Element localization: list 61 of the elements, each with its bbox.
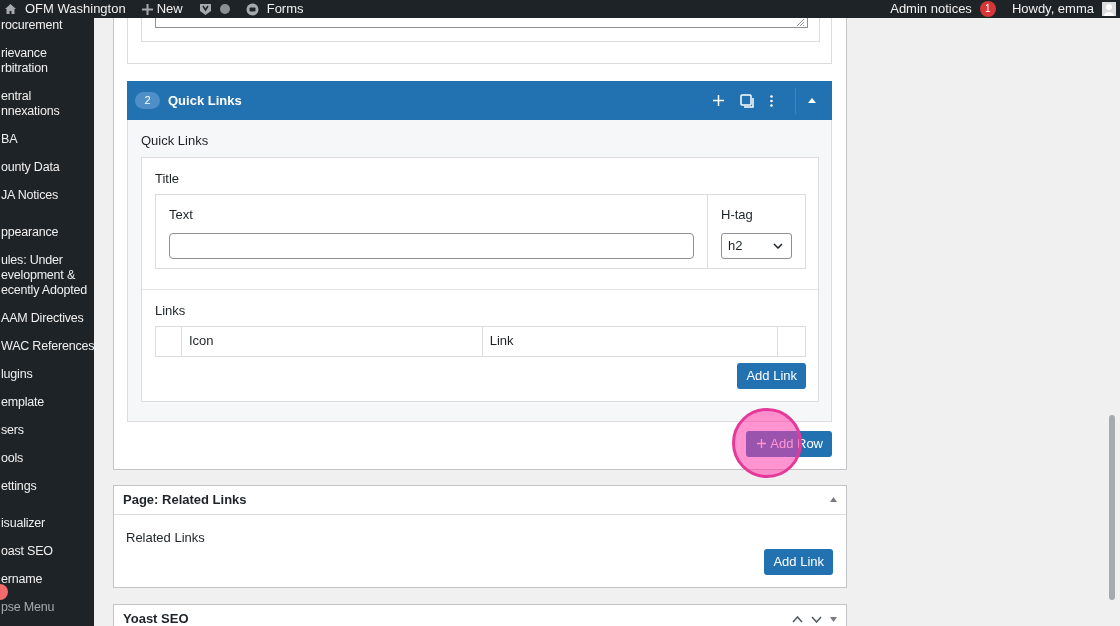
sidebar-item[interactable]: rocurement [0, 18, 94, 40]
sidebar-item[interactable]: ules: Under evelopment & ecently Adopted [0, 246, 94, 305]
sidebar-item[interactable]: emplate [0, 388, 94, 417]
field-label: Text [169, 206, 194, 224]
field-label: Title [155, 171, 181, 186]
sidebar-item[interactable]: WAC References [0, 332, 94, 361]
sidebar-item[interactable]: lugins [0, 360, 94, 389]
admin-notices-link[interactable]: Admin notices [890, 0, 972, 18]
box-title: Page: Related Links [123, 490, 247, 509]
collapse-icon[interactable] [808, 98, 816, 103]
add-link-button[interactable]: Add Link [764, 549, 833, 575]
forms-link[interactable]: Forms [266, 0, 304, 18]
sidebar-item[interactable]: oast SEO [0, 537, 94, 566]
status-dot-icon[interactable] [219, 4, 230, 14]
plus-icon [757, 439, 767, 448]
move-up-icon[interactable] [792, 615, 803, 623]
home-icon[interactable] [4, 3, 17, 15]
sidebar-item[interactable]: isualizer [0, 509, 94, 538]
sidebar-item[interactable]: entral nnexations [0, 82, 94, 126]
duplicate-icon[interactable] [740, 93, 754, 108]
move-down-icon[interactable] [811, 615, 822, 623]
field-label: H-tag [721, 206, 754, 224]
sidebar-item[interactable]: ools [0, 444, 94, 473]
htag-select[interactable]: h2 [721, 232, 792, 259]
table-cell [777, 326, 806, 356]
collapse-icon[interactable] [830, 497, 837, 502]
notice-count-badge: 1 [979, 1, 996, 17]
sidebar-item[interactable]: BA [0, 125, 94, 154]
sidebar-item[interactable]: sers [0, 416, 94, 445]
column-header: Icon [181, 326, 483, 356]
field-label: Quick Links [141, 133, 210, 149]
field-label: Links [155, 302, 187, 318]
plus-icon[interactable] [141, 3, 153, 15]
site-name-link[interactable]: OFM Washington [25, 0, 126, 18]
table-cell [155, 326, 182, 356]
sidebar-item[interactable]: JA Notices [0, 181, 94, 210]
sidebar-item[interactable]: ettings [0, 472, 94, 501]
sidebar-item[interactable]: ppearance [0, 218, 94, 247]
add-link-button[interactable]: Add Link [737, 362, 806, 389]
collapse-menu-link[interactable]: pse Menu [0, 593, 94, 622]
greeting-link[interactable]: Howdy, emma [1011, 0, 1094, 18]
scrollbar-thumb[interactable] [1109, 415, 1115, 600]
chevron-down-icon [773, 242, 783, 249]
sidebar-item[interactable]: ername [0, 565, 94, 594]
field-label: Related Links [126, 528, 206, 547]
add-icon[interactable] [713, 95, 724, 106]
form-icon[interactable] [245, 2, 259, 16]
text-input-field[interactable] [169, 232, 694, 259]
box-title: Yoast SEO [123, 610, 189, 626]
resize-handle-icon[interactable] [797, 19, 804, 26]
more-options-icon[interactable] [770, 94, 773, 107]
sidebar-item[interactable]: ounty Data [0, 153, 94, 182]
row-number-badge: 2 [135, 92, 160, 109]
expand-icon[interactable] [830, 616, 837, 622]
new-link[interactable]: New [156, 0, 183, 18]
sidebar-item[interactable]: rievance rbitration [0, 39, 94, 83]
column-header: Link [482, 326, 778, 356]
layout-header[interactable]: 2 Quick Links [127, 81, 832, 120]
shield-logo-icon[interactable] [198, 2, 212, 16]
sidebar-item[interactable]: AAM Directives [0, 304, 94, 333]
layout-title: Quick Links [168, 91, 242, 110]
